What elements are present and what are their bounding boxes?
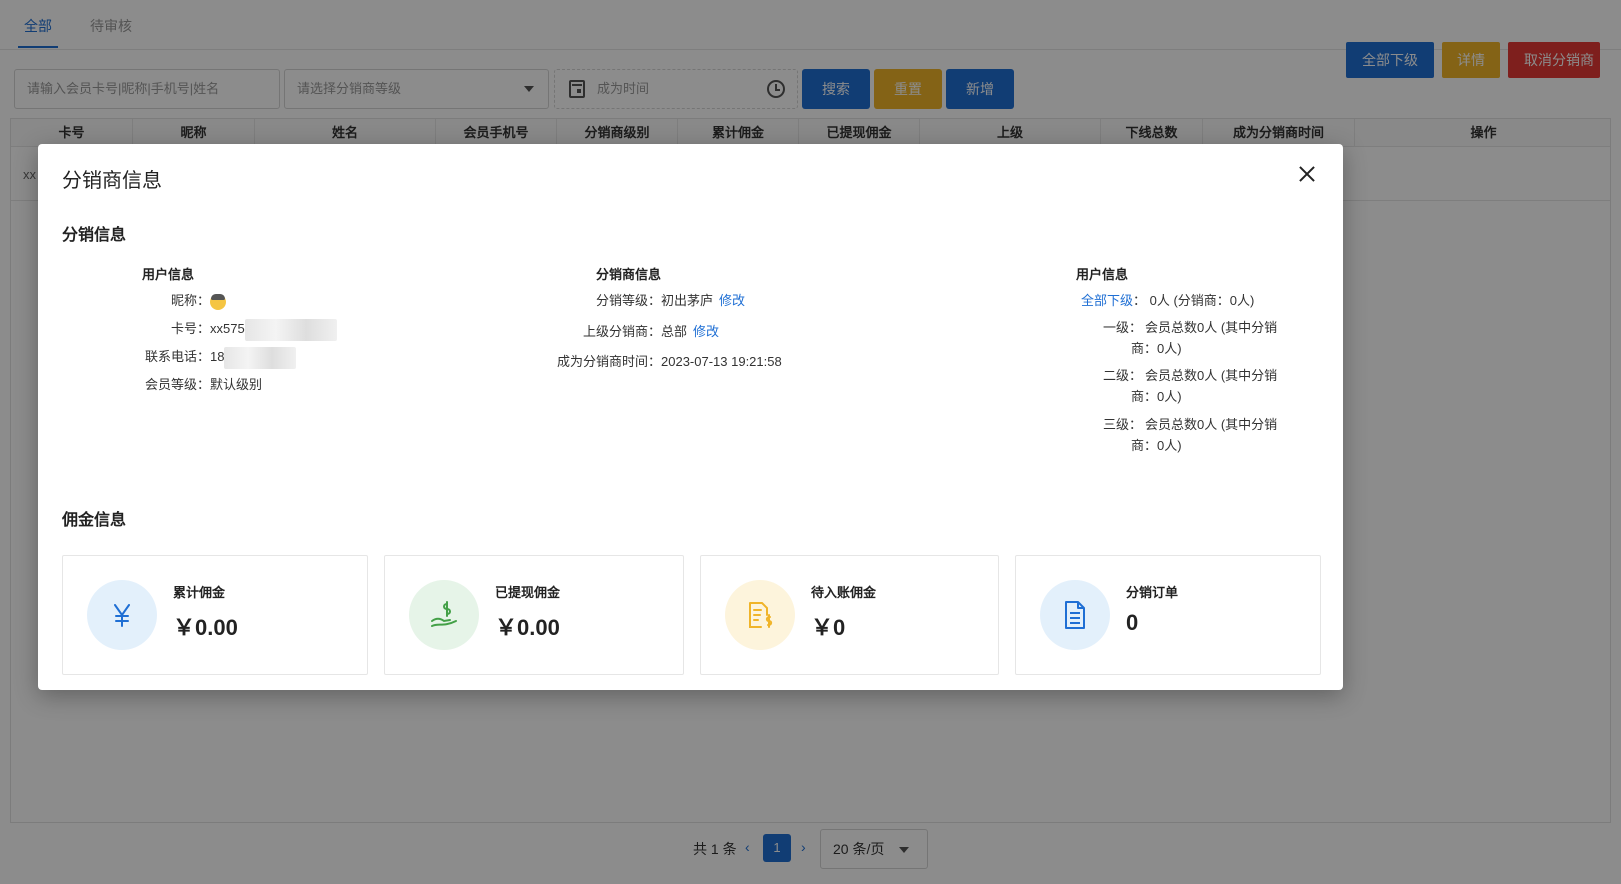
grade-row: 分销等级：初出茅庐 修改 bbox=[548, 290, 745, 309]
card-label: 分销订单 bbox=[1126, 585, 1179, 600]
card-pending-commission: 待入账佣金 ￥0 bbox=[700, 555, 999, 675]
level2-label: 二级： bbox=[1103, 368, 1143, 383]
card-total-commission: 累计佣金 ￥0.00 bbox=[62, 555, 368, 675]
all-downline-row: 全部下级： 0人 (分销商：0人) bbox=[1081, 290, 1254, 309]
phone-value: 18 bbox=[210, 349, 225, 364]
card-value: xx575 bbox=[210, 321, 245, 336]
money-hand-icon bbox=[409, 580, 479, 650]
level3-line2: 商：0人) bbox=[1131, 438, 1182, 453]
nickname-row: 昵称： bbox=[142, 290, 226, 310]
card-label: 累计佣金 bbox=[173, 585, 226, 600]
join-time-label: 成为分销商时间： bbox=[556, 354, 661, 369]
nickname-label: 昵称： bbox=[170, 293, 210, 308]
level3-label: 三级： bbox=[1103, 417, 1143, 432]
phone-row: 联系电话：18 bbox=[142, 346, 297, 369]
card-row: 卡号：xx575 bbox=[142, 318, 337, 341]
card-value: ￥0.00 bbox=[173, 615, 238, 640]
all-downline-link[interactable]: 全部下级 bbox=[1081, 293, 1133, 308]
yen-icon bbox=[87, 580, 157, 650]
parent-value: 总部 bbox=[661, 324, 688, 339]
grade-label: 分销等级： bbox=[595, 293, 661, 308]
join-time-value: 2023-07-13 19:21:58 bbox=[661, 354, 782, 369]
avatar-emoji-icon bbox=[210, 293, 226, 310]
card-label: 卡号： bbox=[170, 321, 210, 336]
parent-label: 上级分销商： bbox=[582, 324, 661, 339]
join-time-row: 成为分销商时间：2023-07-13 19:21:58 bbox=[548, 351, 782, 370]
card-value: ￥0 bbox=[811, 615, 846, 640]
card-value: ￥0.00 bbox=[495, 615, 560, 640]
redacted-block bbox=[244, 318, 337, 341]
level3-line1: 会员总数0人 (其中分销 bbox=[1145, 417, 1278, 432]
parent-edit-link[interactable]: 修改 bbox=[693, 324, 719, 339]
card-label: 待入账佣金 bbox=[811, 585, 877, 600]
level1-label: 一级： bbox=[1103, 320, 1143, 335]
card-withdrawn-commission: 已提现佣金 ￥0.00 bbox=[384, 555, 684, 675]
phone-label: 联系电话： bbox=[144, 349, 210, 364]
member-level-label: 会员等级： bbox=[144, 377, 210, 392]
card-label: 已提现佣金 bbox=[495, 585, 561, 600]
document-dollar-icon bbox=[725, 580, 795, 650]
downline-info-heading: 用户信息 bbox=[1076, 267, 1129, 282]
all-downline-value: ： 0人 (分销商：0人) bbox=[1133, 293, 1255, 308]
card-distribution-orders: 分销订单 0 bbox=[1015, 555, 1321, 675]
redacted-block bbox=[224, 346, 297, 369]
grade-edit-link[interactable]: 修改 bbox=[719, 293, 745, 308]
grade-value: 初出茅庐 bbox=[661, 293, 714, 308]
member-level-row: 会员等级：默认级别 bbox=[142, 374, 262, 393]
distributor-info-dialog: 分销商信息 分销信息 用户信息 昵称： 卡号：xx575 联系电话：18 会员等… bbox=[38, 144, 1343, 690]
user-info-heading: 用户信息 bbox=[142, 267, 195, 282]
parent-row: 上级分销商：总部 修改 bbox=[548, 321, 719, 340]
section-distribution-title: 分销信息 bbox=[62, 227, 127, 244]
level2-line1: 会员总数0人 (其中分销 bbox=[1145, 368, 1278, 383]
section-commission-title: 佣金信息 bbox=[62, 512, 127, 529]
level1-line2: 商：0人) bbox=[1131, 341, 1182, 356]
level2-line2: 商：0人) bbox=[1131, 389, 1182, 404]
dialog-title: 分销商信息 bbox=[62, 170, 162, 192]
level1-line1: 会员总数0人 (其中分销 bbox=[1145, 320, 1278, 335]
card-value: 0 bbox=[1126, 610, 1139, 635]
member-level-value: 默认级别 bbox=[210, 377, 263, 392]
document-icon bbox=[1040, 580, 1110, 650]
distributor-info-heading: 分销商信息 bbox=[596, 267, 662, 282]
close-icon[interactable] bbox=[1295, 162, 1319, 186]
